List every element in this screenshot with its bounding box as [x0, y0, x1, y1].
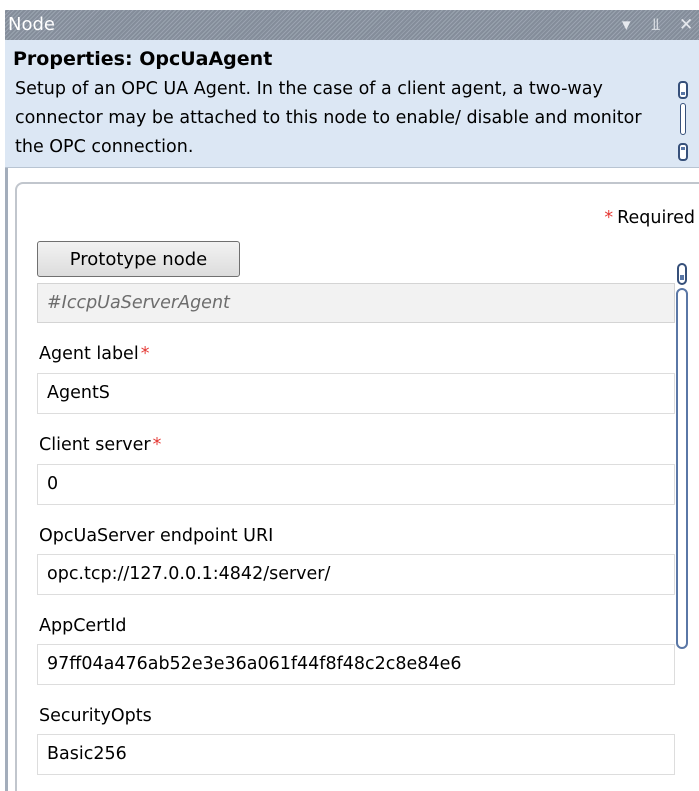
panel-title: Node [8, 14, 55, 35]
required-star-icon: * [604, 208, 614, 228]
required-note: Required [617, 208, 695, 228]
pin-icon[interactable]: ⫫ [651, 10, 661, 40]
properties-header: Properties: OpcUaAgent Setup of an OPC U… [5, 40, 699, 168]
panel-left-border [5, 168, 8, 791]
scroll-thumb[interactable] [680, 103, 686, 135]
scroll-down-icon[interactable] [678, 143, 688, 161]
appcertid-input[interactable]: 97ff04a476ab52e3e36a061f44f8f48c2c8e84e6 [37, 644, 675, 685]
scroll-up-icon[interactable] [677, 263, 687, 285]
form-scrollbar[interactable] [675, 263, 689, 649]
client-server-label: Client server * [39, 435, 162, 455]
prototype-node-button[interactable]: Prototype node [37, 241, 240, 277]
dropdown-icon[interactable]: ▾ [622, 10, 631, 40]
agent-label-label: Agent label * [39, 344, 150, 364]
prototype-node-field: #IccpUaServerAgent [37, 283, 675, 323]
appcertid-label: AppCertId [39, 616, 127, 636]
properties-description: Setup of an OPC UA Agent. In the case of… [15, 79, 642, 157]
securityopts-label: SecurityOpts [39, 706, 152, 726]
panel-titlebar: Node ▾ ⫫ ✕ [5, 10, 699, 40]
endpoint-uri-input[interactable]: opc.tcp://127.0.0.1:4842/server/ [37, 554, 675, 595]
required-star-icon: * [140, 344, 150, 364]
description-scrollbar[interactable] [678, 81, 688, 161]
scroll-up-icon[interactable] [678, 81, 688, 99]
endpoint-uri-label: OpcUaServer endpoint URI [39, 526, 274, 546]
properties-title: Properties: OpcUaAgent [13, 48, 273, 70]
agent-label-input[interactable]: AgentS [37, 373, 675, 414]
client-server-input[interactable]: 0 [37, 464, 675, 505]
close-icon[interactable]: ✕ [679, 10, 693, 40]
required-legend: * Required [604, 208, 695, 228]
required-star-icon: * [152, 435, 162, 455]
properties-form: * Required Prototype node #IccpUaServerAg… [15, 182, 699, 791]
securityopts-input[interactable]: Basic256 [37, 734, 675, 775]
scrollbar-thumb[interactable] [676, 288, 688, 649]
